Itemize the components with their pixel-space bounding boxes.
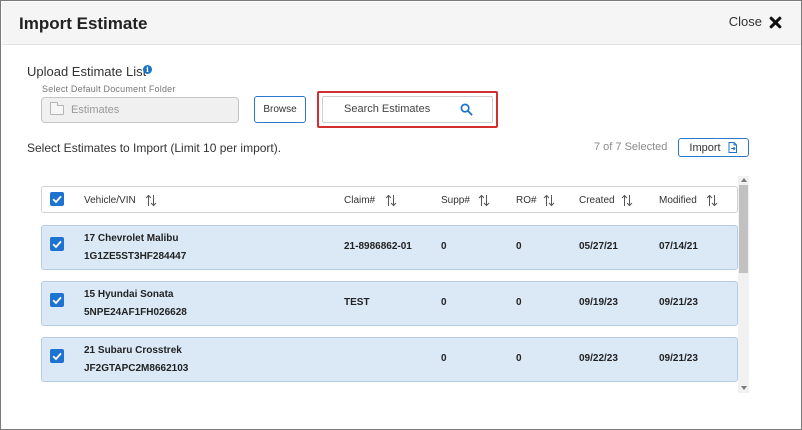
vehicle-vin: 1G1ZE5ST3HF284447 [84,251,187,262]
selected-count: 7 of 7 Selected [594,141,668,153]
table-row[interactable]: 21 Subaru Crosstrek JF2GTAPC2M8662103 0 … [41,337,738,382]
header-supp: Supp# [441,195,470,206]
import-button[interactable]: Import [678,138,749,157]
created-date: 09/19/23 [579,297,618,308]
folder-icon [50,102,64,115]
upload-estimate-list-label: Upload Estimate List [27,64,147,79]
folder-value: Estimates [71,104,120,116]
supp-number: 0 [441,297,447,308]
row-checkbox[interactable] [50,237,64,251]
search-estimates-button[interactable]: Search Estimates [322,96,493,123]
sort-icon[interactable] [543,194,555,207]
sort-icon[interactable] [385,194,397,207]
checkmark-icon [52,240,62,249]
info-icon[interactable]: i [143,65,152,74]
folder-caption: Select Default Document Folder [42,84,176,94]
browse-button[interactable]: Browse [254,96,306,123]
scroll-thumb[interactable] [739,185,748,273]
vehicle-name: 21 Subaru Crosstrek [84,345,182,356]
sort-icon[interactable] [145,194,157,207]
ro-number: 0 [516,353,522,364]
ro-number: 0 [516,297,522,308]
sort-icon[interactable] [478,194,490,207]
header-claim: Claim# [344,195,376,206]
sort-icon[interactable] [706,194,718,207]
sort-icon[interactable] [621,194,633,207]
checkmark-icon [52,352,62,361]
close-icon[interactable] [769,16,781,28]
modified-date: 09/21/23 [659,353,698,364]
created-date: 09/22/23 [579,353,618,364]
table-row[interactable]: 15 Hyundai Sonata 5NPE24AF1FH026628 TEST… [41,281,738,326]
document-folder-field: Estimates [41,97,239,123]
document-export-icon [728,142,737,153]
supp-number: 0 [441,241,447,252]
import-label: Import [689,141,721,154]
supp-number: 0 [441,353,447,364]
search-icon [460,103,473,116]
select-all-checkbox[interactable] [50,192,64,206]
dialog-title: Import Estimate [19,14,148,33]
scroll-down-arrow-icon[interactable] [741,386,747,390]
table-scrollbar[interactable] [738,176,749,393]
vehicle-name: 17 Chevrolet Malibu [84,233,179,244]
checkmark-icon [52,296,62,305]
estimates-table: Vehicle/VIN Claim# Supp# RO# Created Mod… [27,176,751,394]
select-estimates-instruction: Select Estimates to Import (Limit 10 per… [27,141,282,155]
vehicle-vin: JF2GTAPC2M8662103 [84,363,189,374]
header-modified: Modified [659,195,697,206]
vehicle-vin: 5NPE24AF1FH026628 [84,307,187,318]
modified-date: 09/21/23 [659,297,698,308]
created-date: 05/27/21 [579,241,618,252]
vehicle-name: 15 Hyundai Sonata [84,289,174,300]
close-label: Close [728,14,762,29]
header-vehicle: Vehicle/VIN [84,195,136,206]
table-header: Vehicle/VIN Claim# Supp# RO# Created Mod… [41,186,738,213]
scroll-up-arrow-icon[interactable] [741,178,747,182]
dialog-header: Import Estimate Close [2,2,801,45]
row-checkbox[interactable] [50,349,64,363]
table-row[interactable]: 17 Chevrolet Malibu 1G1ZE5ST3HF284447 21… [41,225,738,270]
close-button[interactable]: Close [729,14,781,29]
modified-date: 07/14/21 [659,241,698,252]
import-estimate-dialog: Import Estimate Close Upload Estimate Li… [0,0,802,430]
checkmark-icon [52,195,62,204]
claim-number: TEST [344,297,370,308]
header-created: Created [579,195,615,206]
ro-number: 0 [516,241,522,252]
search-estimates-label: Search Estimates [344,103,431,115]
header-ro: RO# [516,195,537,206]
row-checkbox[interactable] [50,293,64,307]
claim-number: 21-8986862-01 [344,241,412,252]
